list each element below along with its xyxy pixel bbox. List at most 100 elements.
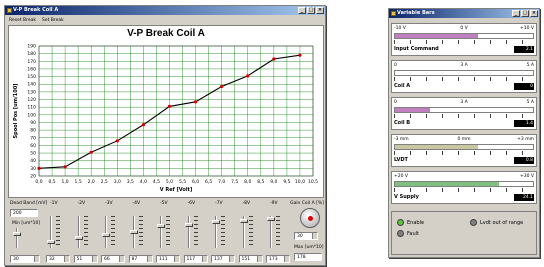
slider-value: 137: [214, 257, 223, 262]
voltage-slider[interactable]: [239, 214, 263, 252]
slider-value-field[interactable]: 117: [183, 255, 208, 263]
slider-voltage-label: -7V: [215, 201, 223, 206]
data-point: [193, 100, 198, 104]
voltage-slider[interactable]: [74, 214, 98, 252]
x-tick-label: 8,5: [257, 179, 264, 185]
slider-spinner[interactable]: [64, 256, 69, 262]
slider-value-field[interactable]: 111: [156, 255, 180, 263]
slider-spinner[interactable]: [119, 256, 124, 262]
scale-mid-label: 3 A: [460, 63, 468, 68]
slider-thumb[interactable]: [212, 220, 220, 225]
voltage-slider[interactable]: [101, 214, 125, 252]
scale-ticks: [394, 188, 534, 192]
x-tick-label: 10,0: [295, 179, 305, 185]
min-slider[interactable]: [12, 226, 36, 252]
bar-track: [394, 181, 534, 187]
x-tick-label: 4,5: [153, 179, 160, 185]
bar-name: V Supply: [394, 194, 419, 200]
slider-thumb[interactable]: [157, 224, 165, 229]
maximize-button[interactable]: □: [521, 10, 529, 17]
slider-thumb[interactable]: [74, 235, 83, 240]
y-tick-label: 130: [27, 89, 36, 95]
slider-value-field[interactable]: 173: [266, 255, 290, 263]
slider-thumb[interactable]: [184, 223, 193, 227]
slider-value-field[interactable]: 32: [46, 255, 70, 263]
slider-spinner[interactable]: [256, 256, 262, 262]
x-tick-label: 0,0: [35, 179, 42, 185]
scale-mid-label: 0 V: [460, 26, 468, 31]
maximize-button[interactable]: □: [307, 7, 315, 14]
x-tick-label: 7,5: [231, 179, 238, 185]
scale-min-label: -10 V: [394, 26, 406, 31]
reset-break-button[interactable]: Reset Break: [9, 18, 36, 23]
x-tick-label: 10,5: [308, 179, 318, 185]
set-break-button[interactable]: Set Break: [42, 18, 64, 23]
slider-thumb[interactable]: [239, 218, 248, 223]
gain-label: Gain Coil A [%]: [290, 201, 324, 206]
gain-knob[interactable]: [300, 208, 320, 228]
gain-field[interactable]: 30: [294, 232, 318, 240]
slider-value-field[interactable]: 51: [73, 255, 98, 263]
scale-min-label: +20 V: [394, 174, 409, 179]
slider-spinner[interactable]: [229, 256, 234, 262]
y-tick-label: 110: [27, 105, 36, 111]
dead-band-field[interactable]: 200: [10, 209, 38, 217]
voltage-slider[interactable]: [129, 214, 153, 252]
bar-group: +20 V +30 V V Supply 24.1: [391, 171, 537, 204]
window-titlebar[interactable]: Variable Bars _ □ ×: [389, 9, 539, 18]
slider-thumb[interactable]: [129, 230, 138, 234]
slider-value: 173: [269, 257, 278, 262]
status-led-label: Enable: [407, 220, 425, 226]
voltage-slider[interactable]: [211, 214, 235, 252]
voltage-slider[interactable]: [266, 214, 290, 252]
slider-value-field[interactable]: 151: [238, 255, 263, 263]
data-point: [220, 84, 224, 89]
slider-voltage-label: -9V: [270, 201, 278, 206]
slider-spinner[interactable]: [91, 256, 97, 262]
vp-break-window: V-P Break Coil A _ □ × Reset Break Set B…: [4, 5, 326, 266]
y-tick-label: 90: [30, 120, 36, 126]
close-button[interactable]: ×: [316, 7, 324, 14]
gain-spinner[interactable]: [312, 233, 317, 239]
slider-thumb[interactable]: [102, 232, 110, 237]
slider-spinner[interactable]: [146, 256, 152, 262]
close-button[interactable]: ×: [530, 10, 538, 17]
minimize-button[interactable]: _: [298, 7, 306, 14]
knob-indicator: [308, 216, 313, 221]
voltage-slider[interactable]: [156, 214, 180, 252]
voltage-slider[interactable]: [184, 214, 208, 252]
min-field[interactable]: 30: [10, 255, 40, 263]
slider-value-field[interactable]: 87: [128, 255, 153, 263]
data-point: [37, 166, 41, 170]
toolbar: Reset Break Set Break: [6, 16, 324, 24]
y-tick-label: 140: [27, 82, 36, 88]
status-led-icon: [470, 219, 477, 226]
slider-voltage-label: -2V: [77, 201, 86, 206]
app-icon: [7, 8, 12, 13]
minimize-button[interactable]: _: [512, 10, 520, 17]
slider-value-field[interactable]: 66: [101, 255, 125, 263]
slider-thumb[interactable]: [47, 239, 55, 244]
data-point: [246, 74, 250, 78]
bar-group: 0 3 A 5 A Coil A 0: [391, 60, 537, 93]
scale-ticks: [394, 151, 534, 155]
scale-max-label: +10 V: [519, 26, 534, 31]
window-titlebar[interactable]: V-P Break Coil A _ □ ×: [5, 6, 325, 15]
slider-thumb[interactable]: [267, 217, 275, 222]
bar-track: [394, 144, 534, 150]
voltage-slider[interactable]: [46, 214, 70, 252]
bar-value: 0.8: [514, 157, 534, 164]
bar-fill: [395, 108, 430, 112]
slider-spinner[interactable]: [284, 256, 289, 262]
max-field[interactable]: 178: [294, 253, 322, 261]
slider-voltage-label: -6V: [187, 201, 196, 206]
bar-value: 2.1: [514, 46, 534, 53]
slider-spinner[interactable]: [174, 256, 179, 262]
min-spinner[interactable]: [34, 256, 39, 262]
slider-value-field[interactable]: 137: [211, 255, 235, 263]
bar-name: Coil B: [394, 120, 411, 126]
min-slider-thumb[interactable]: [13, 232, 21, 236]
x-tick-label: 6,0: [192, 179, 199, 185]
scale-ticks: [394, 40, 534, 44]
slider-spinner[interactable]: [201, 256, 207, 262]
